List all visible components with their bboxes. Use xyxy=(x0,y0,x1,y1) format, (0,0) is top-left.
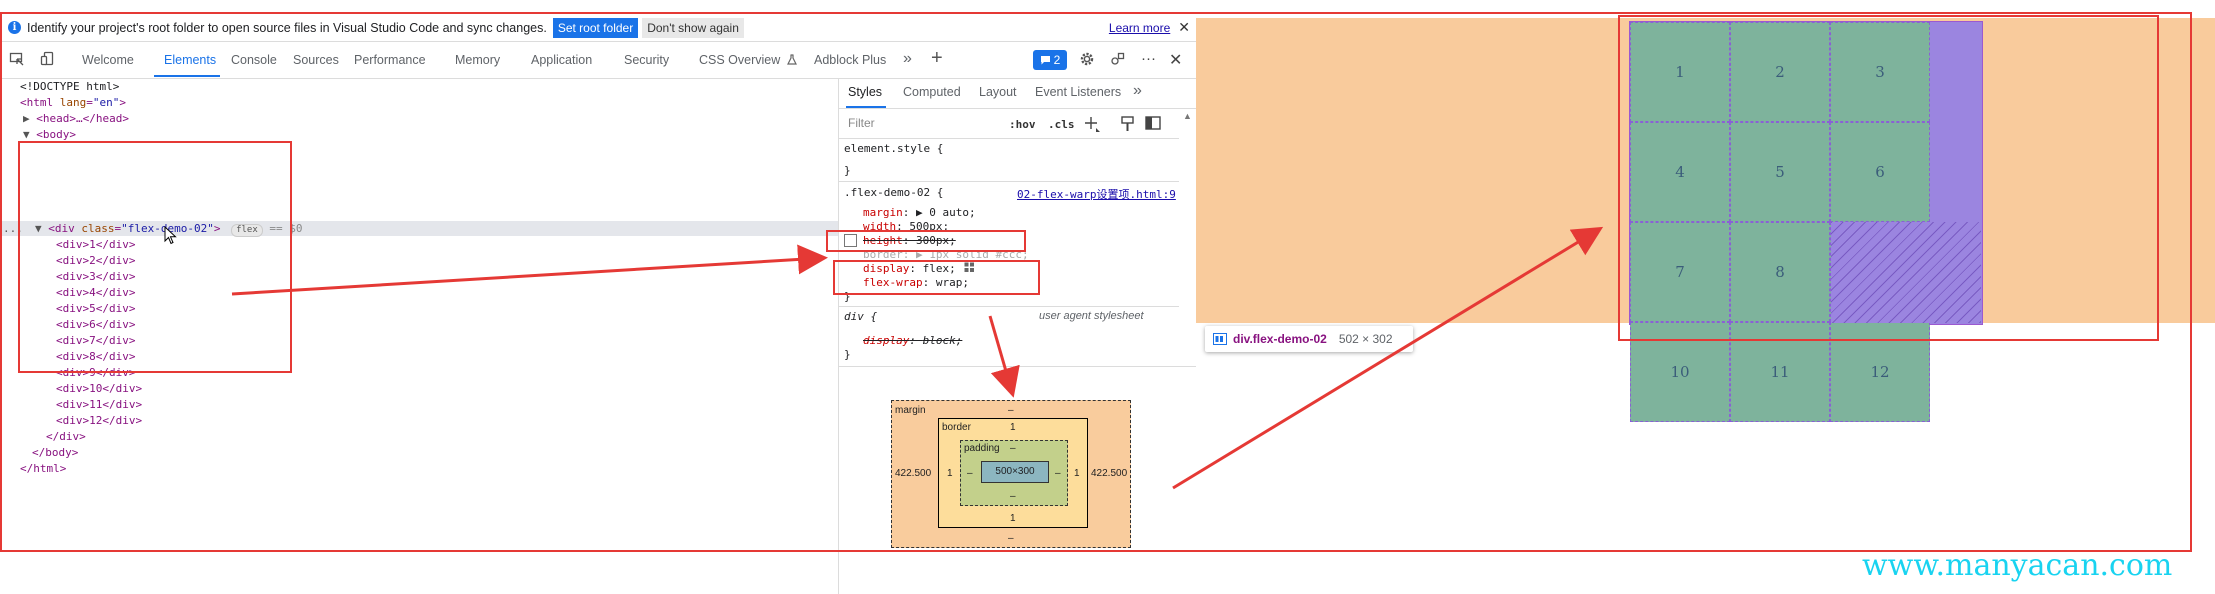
arrow-boxmodel-to-render xyxy=(1172,226,1604,490)
arrow-dom-to-styles xyxy=(231,244,828,296)
annotation-arrows xyxy=(231,226,1604,490)
arrow-styles-to-boxmodel xyxy=(988,315,1020,398)
watermark-text: www.manyacan.com xyxy=(1862,548,2173,583)
